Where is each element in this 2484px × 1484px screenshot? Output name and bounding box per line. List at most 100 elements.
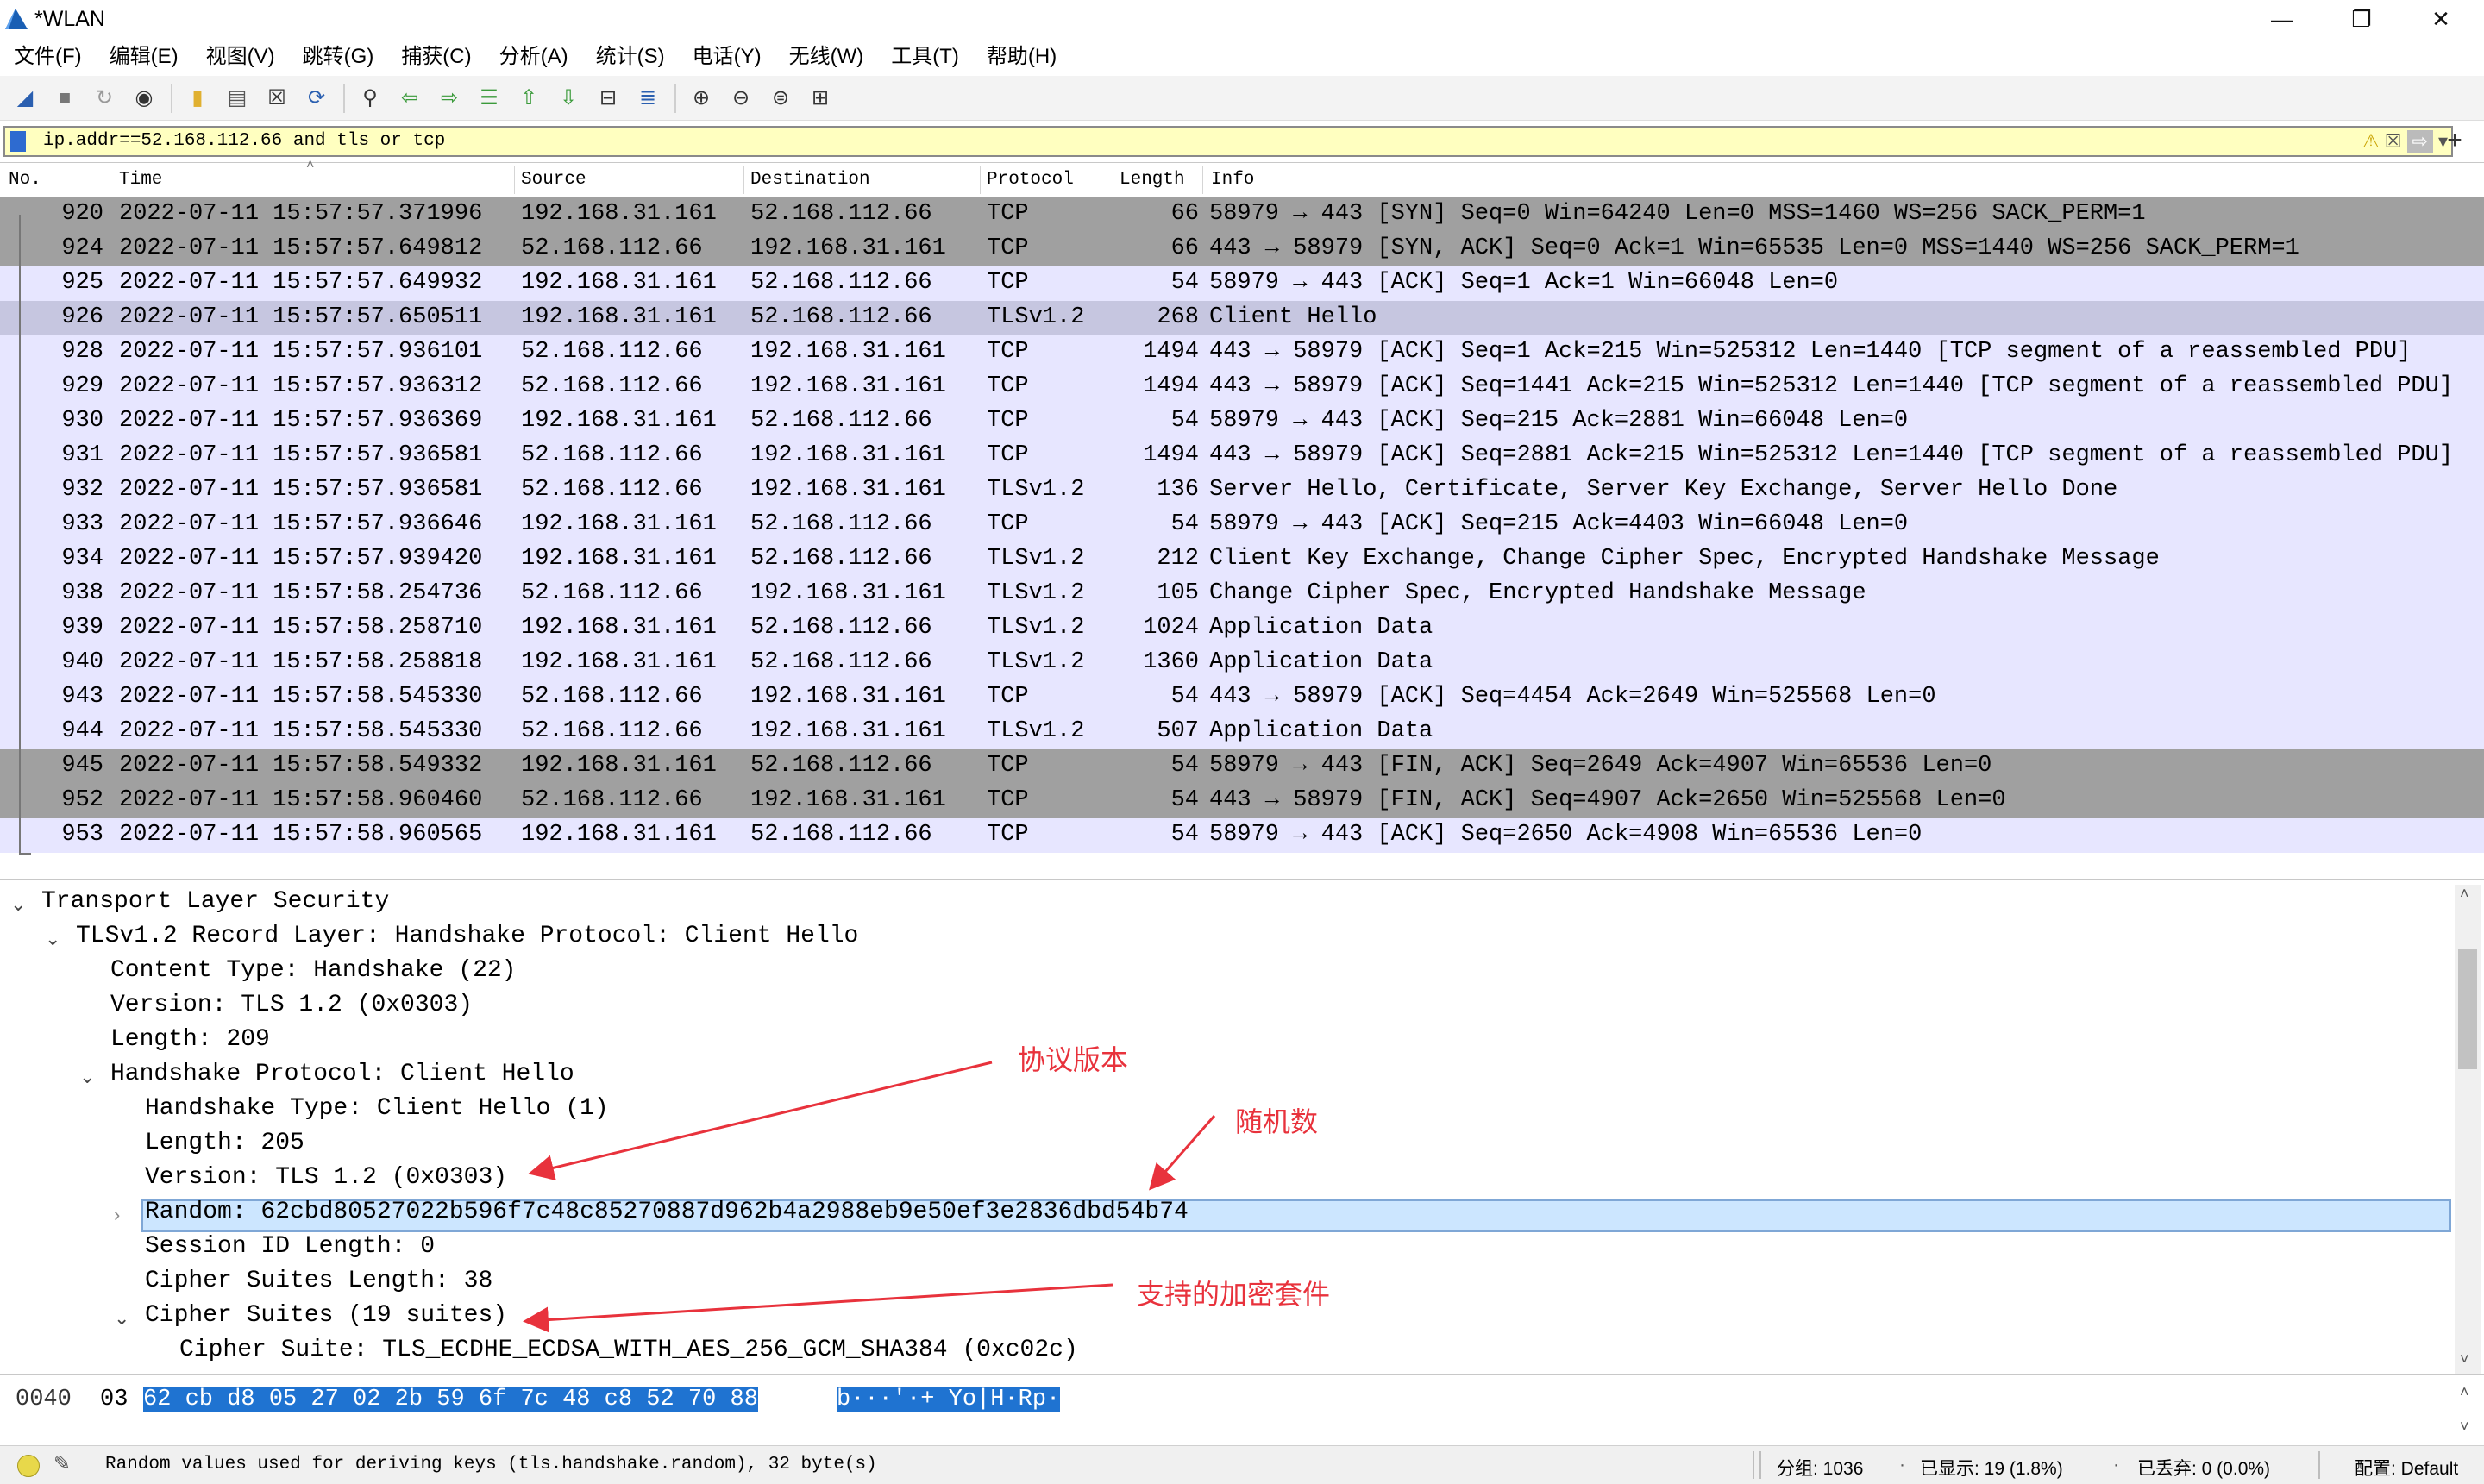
open-file-icon[interactable]: ▮ <box>181 82 214 115</box>
start-capture-icon[interactable]: ◢ <box>9 82 41 115</box>
capture-options-icon[interactable]: ◉ <box>128 82 160 115</box>
menu-help[interactable]: 帮助(H) <box>973 38 1070 76</box>
menu-view[interactable]: 视图(V) <box>192 38 289 76</box>
filter-bookmark-icon[interactable] <box>10 131 26 152</box>
packet-row[interactable]: 939 2022-07-11 15:57:58.258710 192.168.31.… <box>0 611 2484 646</box>
column-header-source[interactable]: Source <box>521 170 586 190</box>
packet-time: 2022-07-11 15:57:58.549332 <box>119 753 483 779</box>
scroll-up-icon[interactable]: ˄ <box>2460 1383 2469 1401</box>
tree-item-handshake-version[interactable]: Version: TLS 1.2 (0x0303) <box>145 1164 507 1191</box>
menu-tools[interactable]: 工具(T) <box>877 38 973 76</box>
close-file-icon[interactable]: ☒ <box>260 82 293 115</box>
zoom-in-icon[interactable]: ⊕ <box>685 82 718 115</box>
packet-row[interactable]: 952 2022-07-11 15:57:58.960460 52.168.112.… <box>0 784 2484 818</box>
restart-capture-icon[interactable]: ↻ <box>88 82 121 115</box>
go-forward-icon[interactable]: ⇨ <box>433 82 466 115</box>
tree-item-record-layer[interactable]: TLSv1.2 Record Layer: Handshake Protocol… <box>76 923 858 949</box>
minimize-icon[interactable]: — <box>2242 0 2322 38</box>
clear-filter-icon[interactable]: ☒ <box>2385 130 2402 153</box>
column-header-destination[interactable]: Destination <box>750 170 870 190</box>
menu-statistics[interactable]: 统计(S) <box>582 38 679 76</box>
menu-go[interactable]: 跳转(G) <box>289 38 388 76</box>
scroll-down-icon[interactable]: ˅ <box>2460 1350 2469 1368</box>
packet-row[interactable]: 930 2022-07-11 15:57:57.936369 192.168.31.… <box>0 404 2484 439</box>
menu-telephony[interactable]: 电话(Y) <box>679 38 775 76</box>
save-file-icon[interactable]: ▤ <box>221 82 254 115</box>
collapse-arrow-icon[interactable]: ⌄ <box>79 1066 95 1088</box>
tree-item-cipher-suites[interactable]: Cipher Suites (19 suites) <box>145 1302 507 1329</box>
column-header-time[interactable]: Time <box>119 170 162 190</box>
column-header-length[interactable]: Length <box>1120 170 1185 190</box>
collapse-arrow-icon[interactable]: ⌄ <box>114 1307 129 1330</box>
tree-item-session-id-length[interactable]: Session ID Length: 0 <box>145 1233 435 1260</box>
resize-columns-icon[interactable]: ⊞ <box>804 82 837 115</box>
go-to-packet-icon[interactable]: ☰ <box>473 82 505 115</box>
menu-edit[interactable]: 编辑(E) <box>96 38 192 76</box>
go-last-icon[interactable]: ⇩ <box>552 82 585 115</box>
menu-file[interactable]: 文件(F) <box>0 38 96 76</box>
tree-item-cipher-suite[interactable]: Cipher Suite: TLS_ECDHE_ECDSA_WITH_AES_2… <box>179 1337 1078 1363</box>
tree-item-cipher-suites-length[interactable]: Cipher Suites Length: 38 <box>145 1268 492 1294</box>
bytes-hex-selected[interactable]: 62 cb d8 05 27 02 2b 59 6f 7c 48 c8 52 7… <box>143 1387 758 1412</box>
autoscroll-icon[interactable]: ⊟ <box>592 82 624 115</box>
scroll-up-icon[interactable]: ˄ <box>2460 885 2469 903</box>
restore-icon[interactable]: ❐ <box>2322 0 2401 38</box>
apply-filter-icon[interactable]: ⇨ <box>2406 130 2433 153</box>
close-icon[interactable]: ✕ <box>2401 0 2481 38</box>
packet-row[interactable]: 920 2022-07-11 15:57:57.371996 192.168.31.… <box>0 197 2484 232</box>
tree-item-tls[interactable]: Transport Layer Security <box>41 888 389 915</box>
bytes-ascii-selected[interactable]: b···'·+ Yo|H·Rp· <box>837 1387 1061 1412</box>
tree-item-version[interactable]: Version: TLS 1.2 (0x0303) <box>110 992 473 1018</box>
tree-item-handshake[interactable]: Handshake Protocol: Client Hello <box>110 1061 574 1087</box>
add-filter-button-icon[interactable]: + <box>2437 126 2472 157</box>
status-profile[interactable]: 配置: Default <box>2355 1455 2458 1481</box>
collapse-arrow-icon[interactable]: ⌄ <box>10 893 26 916</box>
packet-row[interactable]: 944 2022-07-11 15:57:58.545330 52.168.112.… <box>0 715 2484 749</box>
tree-item-handshake-type[interactable]: Handshake Type: Client Hello (1) <box>145 1095 609 1122</box>
tree-item-random[interactable]: Random: 62cbd80527022b596f7c48c85270887d… <box>145 1199 1189 1225</box>
go-first-icon[interactable]: ⇧ <box>512 82 545 115</box>
scroll-down-icon[interactable]: ˅ <box>2460 1418 2469 1436</box>
details-scrollbar[interactable]: ˄ ˅ <box>2455 885 2481 1374</box>
packet-info: Server Hello, Certificate, Server Key Ex… <box>1209 477 2118 503</box>
packet-row[interactable]: 928 2022-07-11 15:57:57.936101 52.168.112.… <box>0 335 2484 370</box>
packet-row[interactable]: 945 2022-07-11 15:57:58.549332 192.168.31.… <box>0 749 2484 784</box>
packet-row[interactable]: 938 2022-07-11 15:57:58.254736 52.168.112.… <box>0 577 2484 611</box>
reload-file-icon[interactable]: ⟳ <box>300 82 333 115</box>
expert-info-icon[interactable] <box>17 1455 40 1477</box>
packet-row[interactable]: 929 2022-07-11 15:57:57.936312 52.168.112.… <box>0 370 2484 404</box>
packet-row[interactable]: 953 2022-07-11 15:57:58.960565 192.168.31.… <box>0 818 2484 853</box>
packet-row[interactable]: 925 2022-07-11 15:57:57.649932 192.168.31.… <box>0 266 2484 301</box>
packet-row[interactable]: 940 2022-07-11 15:57:58.258818 192.168.31.… <box>0 646 2484 680</box>
packet-row[interactable]: 932 2022-07-11 15:57:57.936581 52.168.112.… <box>0 473 2484 508</box>
stop-capture-icon[interactable]: ■ <box>48 82 81 115</box>
packet-row[interactable]: 934 2022-07-11 15:57:57.939420 192.168.31.… <box>0 542 2484 577</box>
packet-row[interactable]: 924 2022-07-11 15:57:57.649812 52.168.112.… <box>0 232 2484 266</box>
column-header-protocol[interactable]: Protocol <box>987 170 1074 190</box>
packet-row[interactable]: 943 2022-07-11 15:57:58.545330 52.168.112.… <box>0 680 2484 715</box>
column-header-info[interactable]: Info <box>1211 170 1254 190</box>
packet-row[interactable]: 926 2022-07-11 15:57:57.650511 192.168.31.… <box>0 301 2484 335</box>
tree-item-length[interactable]: Length: 209 <box>110 1026 270 1053</box>
menu-capture[interactable]: 捕获(C) <box>387 38 485 76</box>
edit-comment-icon[interactable]: ✎ <box>53 1451 71 1476</box>
expand-arrow-icon[interactable]: › <box>114 1204 120 1226</box>
zoom-out-icon[interactable]: ⊖ <box>724 82 757 115</box>
tree-item-content-type[interactable]: Content Type: Handshake (22) <box>110 957 516 984</box>
packet-row[interactable]: 933 2022-07-11 15:57:57.936646 192.168.31.… <box>0 508 2484 542</box>
packet-destination: 192.168.31.161 <box>750 580 946 606</box>
scrollbar-thumb[interactable] <box>2458 949 2477 1069</box>
zoom-reset-icon[interactable]: ⊜ <box>764 82 797 115</box>
collapse-arrow-icon[interactable]: ⌄ <box>45 928 60 950</box>
go-back-icon[interactable]: ⇦ <box>393 82 426 115</box>
display-filter-input[interactable]: ip.addr==52.168.112.66 and tls or tcp <box>43 131 445 151</box>
menu-wireless[interactable]: 无线(W) <box>775 38 878 76</box>
tree-item-handshake-length[interactable]: Length: 205 <box>145 1130 304 1156</box>
find-packet-icon[interactable]: ⚲ <box>354 82 386 115</box>
packet-row[interactable]: 931 2022-07-11 15:57:57.936581 52.168.112.… <box>0 439 2484 473</box>
bytes-hex-plain[interactable]: 03 <box>100 1387 128 1412</box>
display-filter-bar[interactable]: ip.addr==52.168.112.66 and tls or tcp ⚠ … <box>3 126 2453 157</box>
column-header-no[interactable]: No. <box>9 170 41 190</box>
colorize-icon[interactable]: ≣ <box>631 82 664 115</box>
menu-analyze[interactable]: 分析(A) <box>486 38 582 76</box>
